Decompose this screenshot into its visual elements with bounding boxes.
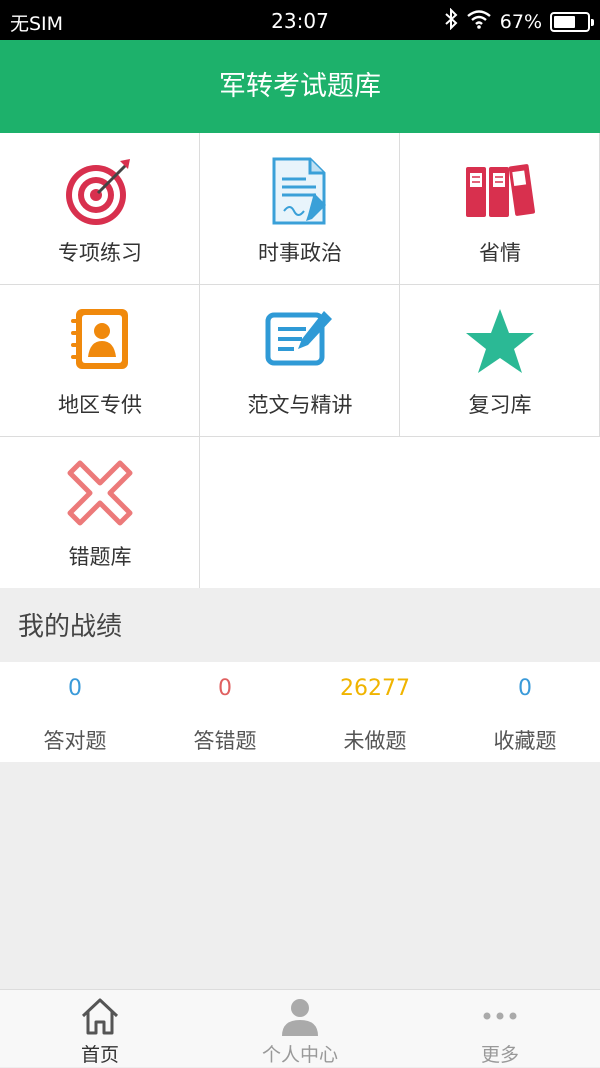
menu-item-regional[interactable]: 地区专供 <box>0 285 200 437</box>
stat-value: 26277 <box>340 676 410 701</box>
menu-item-special-practice[interactable]: 专项练习 <box>0 133 200 285</box>
wifi-icon <box>466 9 492 34</box>
stat-value: 0 <box>518 676 532 701</box>
menu-grid: 专项练习 时事政治 省情 地区专供 范文与精讲 复习库 错题库 <box>0 133 600 589</box>
menu-item-label: 地区专供 <box>58 393 142 417</box>
stat-label: 答错题 <box>193 729 257 753</box>
menu-item-label: 复习库 <box>468 393 532 417</box>
menu-item-label: 省情 <box>479 241 521 265</box>
tab-profile[interactable]: 个人中心 <box>200 990 400 1068</box>
document-pen-icon <box>200 155 400 227</box>
stat-correct[interactable]: 0 答对题 <box>0 662 150 762</box>
stat-wrong[interactable]: 0 答错题 <box>150 662 300 762</box>
tab-label: 个人中心 <box>261 1044 338 1066</box>
bottom-tab-bar: 首页 个人中心 更多 <box>0 989 600 1067</box>
stat-value: 0 <box>68 676 82 701</box>
menu-item-label: 时事政治 <box>258 241 342 265</box>
menu-item-current-affairs[interactable]: 时事政治 <box>200 133 400 285</box>
stats-row: 0 答对题 0 答错题 26277 未做题 0 收藏题 <box>0 662 600 762</box>
bluetooth-icon <box>444 7 458 35</box>
menu-item-review-bank[interactable]: 复习库 <box>400 285 600 437</box>
record-section-title: 我的战绩 <box>0 588 600 662</box>
app-header: 军转考试题库 <box>0 40 600 133</box>
battery-level <box>554 15 575 28</box>
stat-label: 收藏题 <box>493 729 557 753</box>
menu-item-wrong-bank[interactable]: 错题库 <box>0 437 200 589</box>
battery-icon <box>550 11 594 32</box>
home-icon <box>0 996 200 1036</box>
menu-item-label: 专项练习 <box>58 241 142 265</box>
stat-value: 0 <box>218 676 232 701</box>
status-bar: 无SIM 23:07 67% <box>0 0 600 40</box>
menu-item-province[interactable]: 省情 <box>400 133 600 285</box>
stat-undone[interactable]: 26277 未做题 <box>300 662 450 762</box>
star-icon <box>400 307 600 379</box>
menu-item-essays[interactable]: 范文与精讲 <box>200 285 400 437</box>
person-icon <box>200 996 400 1036</box>
tab-more[interactable]: 更多 <box>400 990 600 1068</box>
page-title: 军转考试题库 <box>219 71 381 102</box>
cross-icon <box>0 459 200 531</box>
menu-item-label: 错题库 <box>68 545 132 569</box>
edit-note-icon <box>200 307 400 379</box>
target-icon <box>0 155 200 227</box>
status-right: 67% <box>444 7 594 35</box>
stat-favorites[interactable]: 0 收藏题 <box>450 662 600 762</box>
tab-label: 更多 <box>480 1044 519 1066</box>
menu-item-label: 范文与精讲 <box>247 393 353 417</box>
battery-percent: 67% <box>499 10 542 33</box>
binders-icon <box>400 155 600 227</box>
stat-label: 答对题 <box>43 729 107 753</box>
contact-book-icon <box>0 307 200 379</box>
stat-label: 未做题 <box>343 729 407 753</box>
tab-label: 首页 <box>80 1044 119 1066</box>
more-icon <box>400 996 600 1036</box>
tab-home[interactable]: 首页 <box>0 990 200 1068</box>
